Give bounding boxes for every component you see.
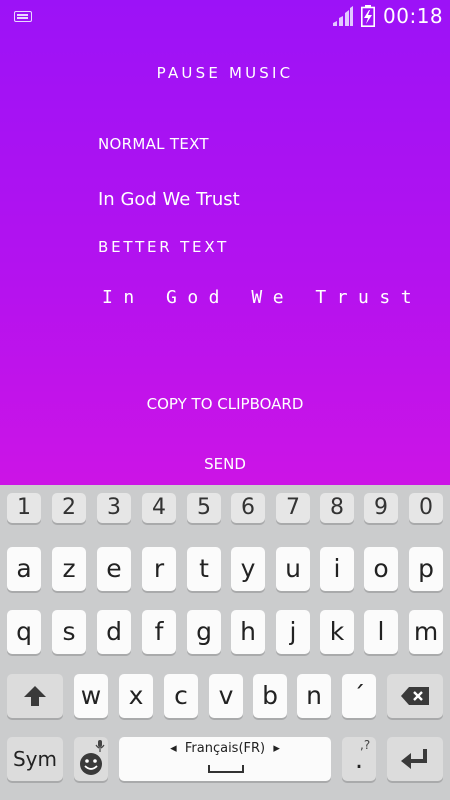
punctuation-key[interactable]: ,? . <box>342 737 376 781</box>
status-bar: 00:18 <box>0 0 450 34</box>
backspace-key[interactable] <box>387 674 443 718</box>
better-text-value: In God We Trust <box>102 287 423 308</box>
key-2[interactable]: 2 <box>52 493 86 523</box>
keyboard-icon <box>14 11 32 22</box>
app-screen: 00:18 PAUSE MUSIC NORMAL TEXT In God We … <box>0 0 450 485</box>
key-m[interactable]: m <box>409 610 443 654</box>
key-s[interactable]: s <box>52 610 86 654</box>
key-j[interactable]: j <box>276 610 310 654</box>
soft-keyboard: 1 2 3 4 5 6 7 8 9 0 a z e r t y u i o p … <box>0 485 450 800</box>
key-3[interactable]: 3 <box>97 493 131 523</box>
key-r[interactable]: r <box>142 547 176 591</box>
key-d[interactable]: d <box>97 610 131 654</box>
key-y[interactable]: y <box>231 547 265 591</box>
sym-key[interactable]: Sym <box>7 737 63 781</box>
key-l[interactable]: l <box>364 610 398 654</box>
status-time: 00:18 <box>383 4 444 28</box>
key-a[interactable]: a <box>7 547 41 591</box>
key-1[interactable]: 1 <box>7 493 41 523</box>
key-o[interactable]: o <box>364 547 398 591</box>
better-text-label: BETTER TEXT <box>98 238 230 256</box>
key-4[interactable]: 4 <box>142 493 176 523</box>
battery-charging-icon <box>361 5 375 27</box>
space-bar[interactable]: ◂ Français(FR) ▸ <box>119 737 331 781</box>
smiley-icon <box>80 753 102 775</box>
key-p[interactable]: p <box>409 547 443 591</box>
key-acute-accent[interactable]: ´ <box>342 674 376 718</box>
key-t[interactable]: t <box>187 547 221 591</box>
key-e[interactable]: e <box>97 547 131 591</box>
key-x[interactable]: x <box>119 674 153 718</box>
key-n[interactable]: n <box>297 674 331 718</box>
key-g[interactable]: g <box>187 610 221 654</box>
pause-music-button[interactable]: PAUSE MUSIC <box>0 64 450 82</box>
send-button[interactable]: SEND <box>0 455 450 473</box>
emoji-key[interactable] <box>74 737 108 781</box>
key-0[interactable]: 0 <box>409 493 443 523</box>
key-w[interactable]: w <box>74 674 108 718</box>
copy-to-clipboard-button[interactable]: COPY TO CLIPBOARD <box>0 395 450 413</box>
key-c[interactable]: c <box>164 674 198 718</box>
key-5[interactable]: 5 <box>187 493 221 523</box>
key-h[interactable]: h <box>231 610 265 654</box>
shift-key[interactable] <box>7 674 63 718</box>
key-7[interactable]: 7 <box>276 493 310 523</box>
enter-arrow-icon <box>401 749 427 769</box>
backspace-icon <box>401 687 429 705</box>
key-k[interactable]: k <box>320 610 354 654</box>
key-q[interactable]: q <box>7 610 41 654</box>
enter-key[interactable] <box>387 737 443 781</box>
key-z[interactable]: z <box>52 547 86 591</box>
language-label: ◂ Français(FR) ▸ <box>170 741 280 756</box>
shift-arrow-icon <box>24 686 46 706</box>
key-f[interactable]: f <box>142 610 176 654</box>
signal-icon <box>333 6 353 26</box>
key-9[interactable]: 9 <box>364 493 398 523</box>
microphone-icon <box>95 740 105 752</box>
normal-text-label: NORMAL TEXT <box>98 135 209 153</box>
space-bar-icon <box>208 765 244 773</box>
key-b[interactable]: b <box>253 674 287 718</box>
key-8[interactable]: 8 <box>320 493 354 523</box>
key-i[interactable]: i <box>320 547 354 591</box>
key-6[interactable]: 6 <box>231 493 265 523</box>
key-v[interactable]: v <box>209 674 243 718</box>
normal-text-value: In God We Trust <box>98 189 240 210</box>
key-u[interactable]: u <box>276 547 310 591</box>
